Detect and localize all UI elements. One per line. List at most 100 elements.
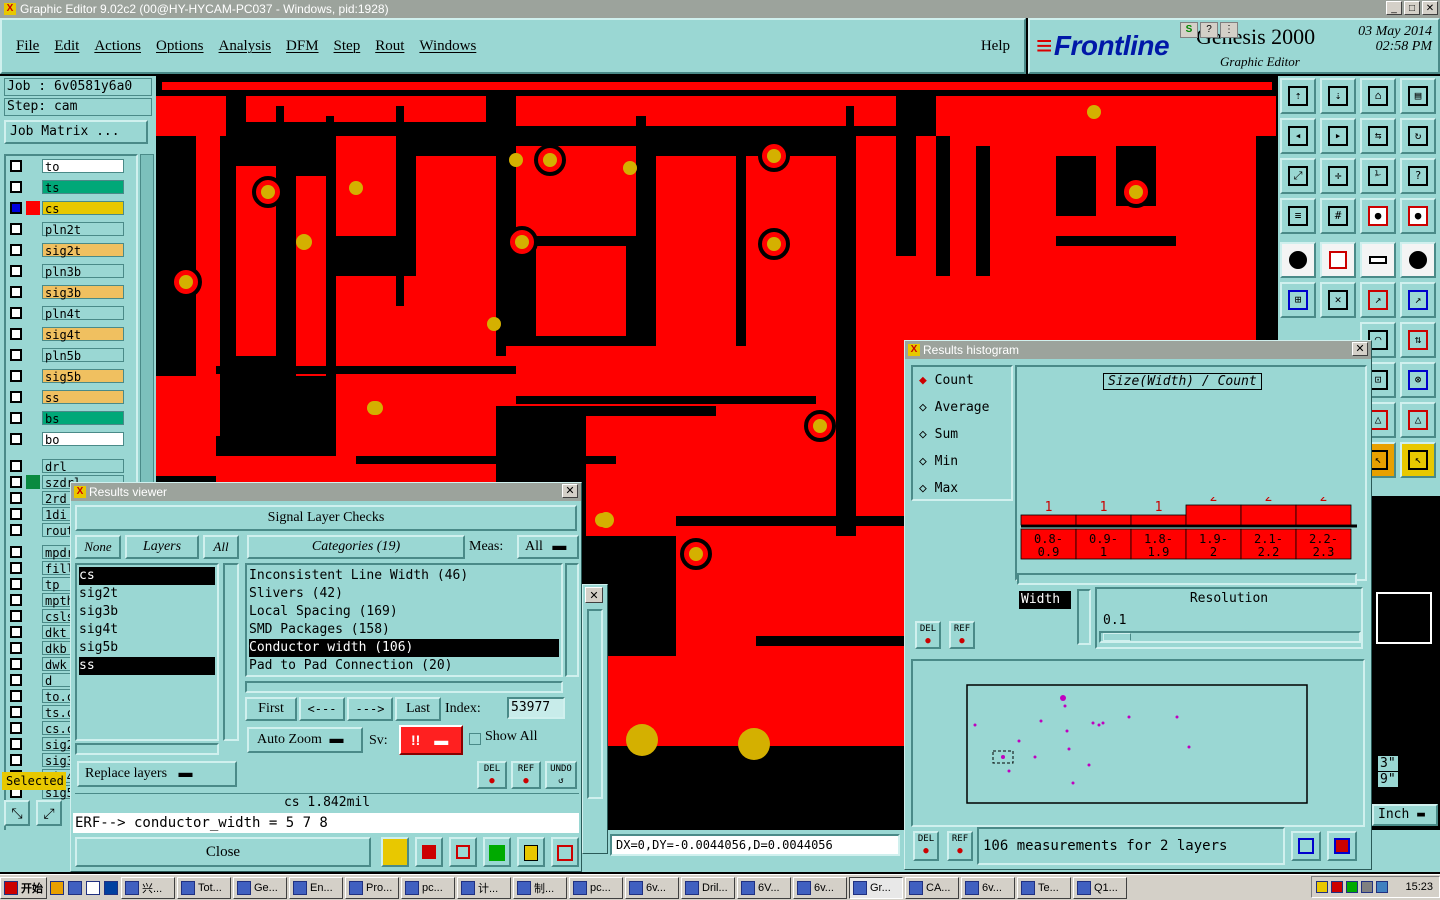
layer-color-swatch[interactable]: [26, 159, 40, 173]
index-input[interactable]: 53977: [507, 697, 565, 719]
category-inconsistent-line-width[interactable]: Inconsistent Line Width (46): [249, 567, 559, 585]
category-conductor-width[interactable]: Conductor width (106): [249, 639, 559, 657]
taskbar-item[interactable]: pc...: [569, 876, 623, 899]
menu-actions[interactable]: Actions: [94, 38, 141, 55]
menu-edit[interactable]: Edit: [54, 38, 79, 55]
layer-checkbox[interactable]: [10, 722, 22, 734]
board-preview[interactable]: [911, 659, 1365, 827]
layer-row-pln5b[interactable]: pln5b: [8, 347, 136, 363]
quicklaunch-2-icon[interactable]: [67, 877, 83, 899]
tray-icon-1[interactable]: [1316, 881, 1329, 893]
layer-item-ss[interactable]: ss: [79, 657, 215, 675]
layer-checkbox[interactable]: [10, 508, 22, 520]
rv-del-button[interactable]: DEL ●: [477, 761, 507, 789]
start-button[interactable]: 开始: [0, 876, 47, 899]
tool-layer-red2-icon[interactable]: ●: [1400, 198, 1436, 234]
layer-checkbox[interactable]: [10, 642, 22, 654]
taskbar-item[interactable]: 6V...: [737, 876, 791, 899]
layer-checkbox[interactable]: [10, 202, 22, 214]
layer-checkbox[interactable]: [10, 626, 22, 638]
clock[interactable]: 15:23: [1405, 881, 1433, 893]
layer-checkbox[interactable]: [10, 476, 22, 488]
layer-color-swatch[interactable]: [26, 673, 40, 687]
layer-color-swatch[interactable]: [26, 285, 40, 299]
taskbar-item[interactable]: CA...: [905, 876, 959, 899]
layer-checkbox[interactable]: [10, 244, 22, 256]
tool-settings-icon[interactable]: ≡: [1280, 198, 1316, 234]
show-all-checkbox[interactable]: [469, 733, 481, 745]
layer-checkbox[interactable]: [10, 265, 22, 277]
layer-row-cs[interactable]: cs: [8, 200, 136, 216]
layer-row-sig3b[interactable]: sig3b: [8, 284, 136, 300]
layer-row-pln4t[interactable]: pln4t: [8, 305, 136, 321]
layer-color-swatch[interactable]: [26, 641, 40, 655]
layer-color-swatch[interactable]: [26, 593, 40, 607]
close-button[interactable]: ✕: [1422, 1, 1438, 15]
mode-max-radio[interactable]: ◇ Max: [919, 481, 958, 496]
layer-color-swatch[interactable]: [26, 657, 40, 671]
signal-layer-checks-header[interactable]: Signal Layer Checks: [75, 505, 577, 531]
layer-checkbox[interactable]: [10, 658, 22, 670]
tool-query-icon[interactable]: ?: [1400, 158, 1436, 194]
category-smd-packages[interactable]: SMD Packages (158): [249, 621, 559, 639]
layer-color-swatch[interactable]: [26, 432, 40, 446]
layer-color-swatch[interactable]: [26, 689, 40, 703]
hist-ref-button-top[interactable]: REF ●: [949, 621, 975, 649]
rv-tool-pin-icon[interactable]: [381, 837, 409, 867]
menu-rout[interactable]: Rout: [375, 38, 404, 55]
layer-row-to[interactable]: to: [8, 158, 136, 174]
quicklaunch-1-icon[interactable]: [49, 877, 65, 899]
taskbar-item[interactable]: 兴...: [121, 876, 175, 899]
layers-none-button[interactable]: None: [75, 535, 121, 559]
category-slivers[interactable]: Slivers (42): [249, 585, 559, 603]
layer-color-swatch[interactable]: [26, 369, 40, 383]
layers-all-button[interactable]: All: [203, 535, 239, 559]
layer-checkbox[interactable]: [10, 181, 22, 193]
categories-scrollbar[interactable]: [565, 563, 579, 677]
taskbar-item[interactable]: Ge...: [233, 876, 287, 899]
tool-layer-red-icon[interactable]: ●: [1360, 198, 1396, 234]
layer-color-swatch[interactable]: [26, 222, 40, 236]
category-pad-to-pad[interactable]: Pad to Pad Connection (20): [249, 657, 559, 675]
layers-tab-button[interactable]: Layers: [125, 535, 199, 559]
side-panel-scrollbar[interactable]: [587, 609, 603, 799]
layer-checkbox[interactable]: [10, 160, 22, 172]
layer-checkbox[interactable]: [10, 328, 22, 340]
side-panel-close-button[interactable]: ✕: [585, 587, 603, 603]
layer-color-swatch[interactable]: [26, 348, 40, 362]
layer-color-swatch[interactable]: [26, 625, 40, 639]
tool-snap2-icon[interactable]: ↗: [1400, 282, 1436, 318]
layer-item-sig2t[interactable]: sig2t: [79, 585, 215, 603]
dropdown-icon[interactable]: ⋮: [1220, 22, 1238, 38]
layer-color-swatch[interactable]: [26, 475, 40, 489]
tool-pointer-icon[interactable]: ↖: [1400, 442, 1436, 478]
layer-color-swatch[interactable]: [26, 264, 40, 278]
tool-center-icon[interactable]: ✛: [1320, 158, 1356, 194]
layer-checkbox[interactable]: [10, 412, 22, 424]
first-button[interactable]: First: [245, 697, 297, 721]
layer-item-sig5b[interactable]: sig5b: [79, 639, 215, 657]
histogram-close-icon[interactable]: ✕: [1352, 342, 1368, 356]
tool-snap-icon[interactable]: ↗: [1360, 282, 1396, 318]
taskbar-item[interactable]: En...: [289, 876, 343, 899]
tool-flip-icon[interactable]: ⇅: [1400, 322, 1436, 358]
rv-tool-histogram-icon[interactable]: [551, 837, 579, 867]
layer-color-swatch[interactable]: [26, 753, 40, 767]
s-icon[interactable]: S: [1180, 22, 1198, 38]
hist-ref-button[interactable]: REF ●: [947, 831, 973, 861]
taskbar-item[interactable]: Tot...: [177, 876, 231, 899]
job-matrix-button[interactable]: Job Matrix ...: [4, 120, 148, 144]
taskbar-item[interactable]: Pro...: [345, 876, 399, 899]
hist-tool-chart-icon[interactable]: [1291, 831, 1321, 861]
layer-checkbox[interactable]: [10, 754, 22, 766]
layer-checkbox[interactable]: [10, 391, 22, 403]
auto-zoom-dropdown[interactable]: Auto Zoom ▬: [247, 727, 363, 753]
layer-checkbox[interactable]: [10, 690, 22, 702]
layer-color-swatch[interactable]: [26, 545, 40, 559]
quicklaunch-3-icon[interactable]: [85, 877, 101, 899]
layer-row-drl[interactable]: drl: [8, 458, 136, 474]
layer-row-pln3b[interactable]: pln3b: [8, 263, 136, 279]
layer-row-ss[interactable]: ss: [8, 389, 136, 405]
layer-row-sig5b[interactable]: sig5b: [8, 368, 136, 384]
taskbar-item[interactable]: pc...: [401, 876, 455, 899]
